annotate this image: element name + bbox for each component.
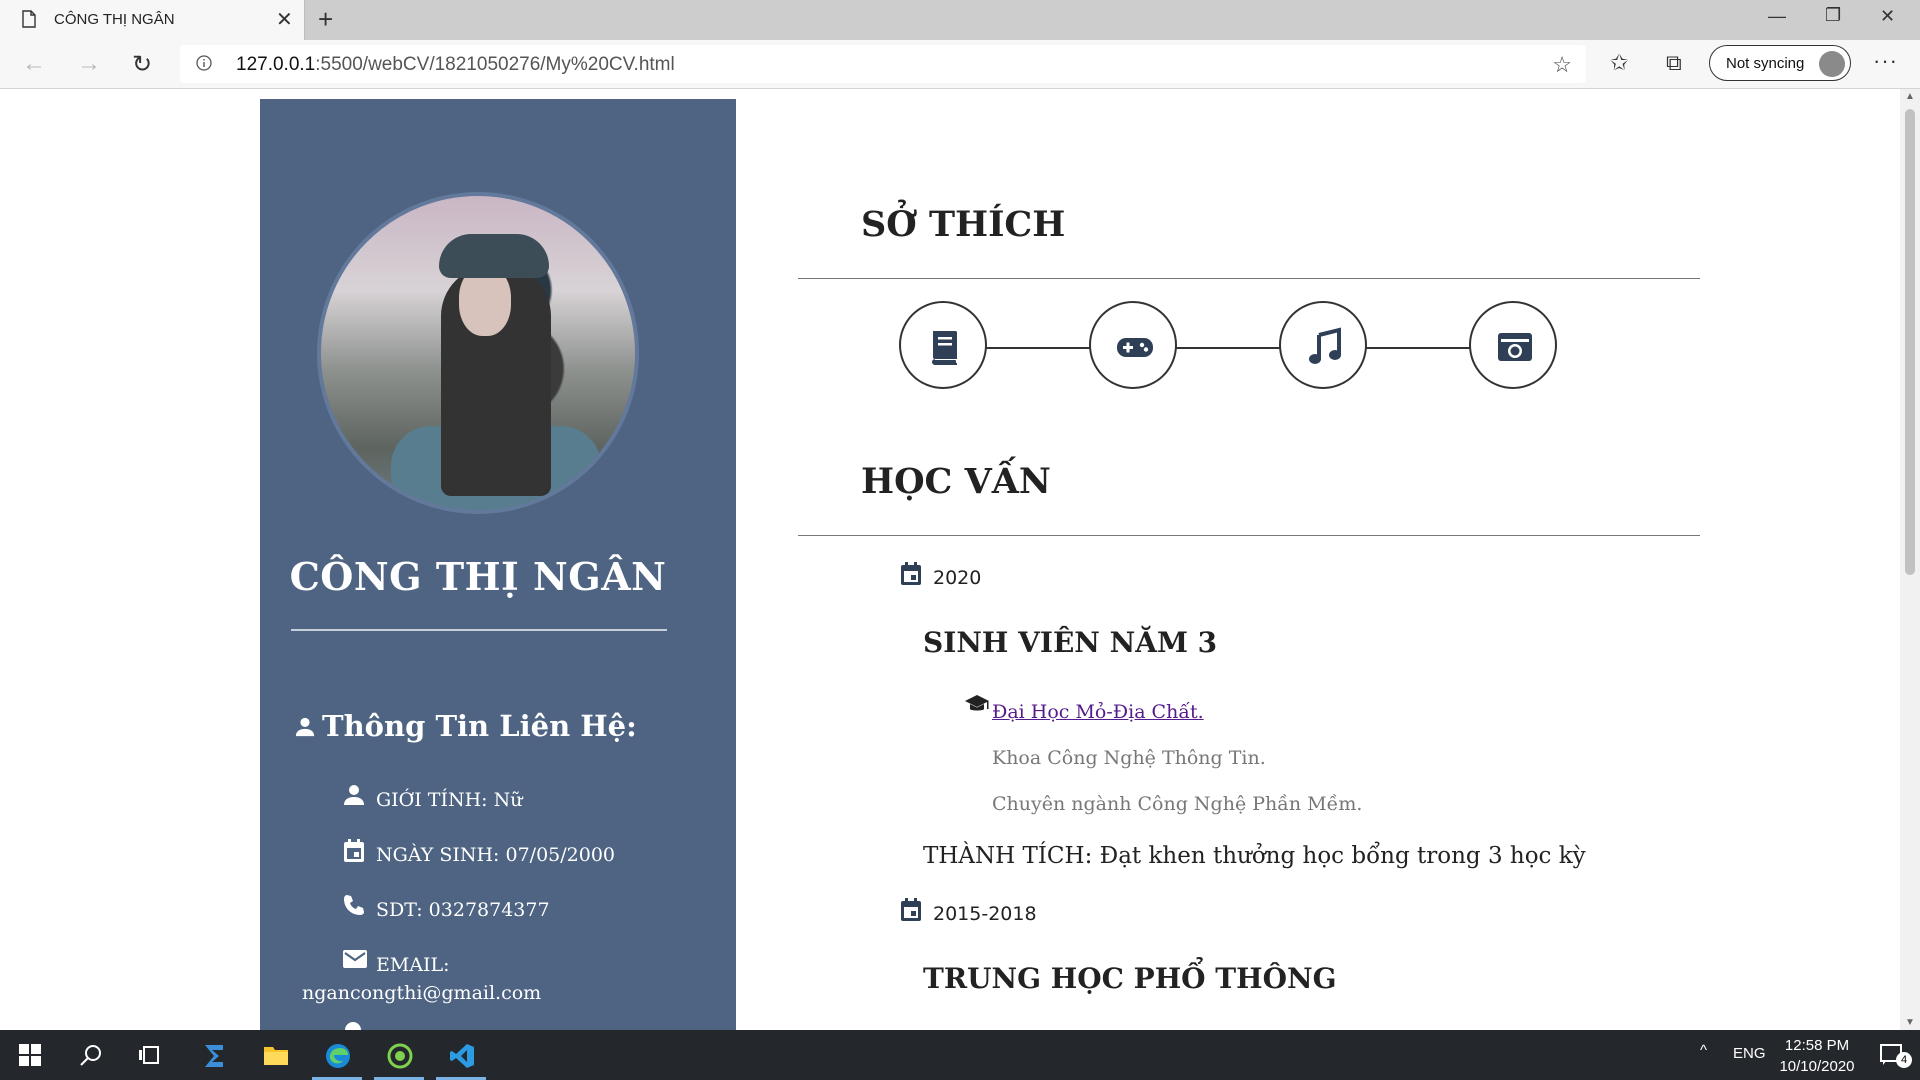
contact-phone: SDT: 0327874377 bbox=[342, 895, 550, 921]
sync-label: Not syncing bbox=[1726, 55, 1805, 72]
achievement-text: THÀNH TÍCH: Đạt khen thưởng học bổng tro… bbox=[923, 843, 1586, 869]
minimize-button[interactable]: — bbox=[1768, 6, 1786, 27]
scroll-down-icon[interactable]: ▼ bbox=[1905, 1017, 1915, 1028]
school-link[interactable]: Đại Học Mỏ-Địa Chất. bbox=[992, 701, 1204, 723]
cv-name: CÔNG THỊ NGÂN bbox=[289, 554, 667, 599]
refresh-button[interactable]: ↻ bbox=[132, 50, 152, 79]
vscode-icon bbox=[450, 1044, 474, 1068]
edge-icon bbox=[326, 1044, 350, 1068]
new-tab-button[interactable]: + bbox=[318, 4, 333, 35]
start-button[interactable] bbox=[1, 1030, 59, 1080]
tray-chevron-icon[interactable]: ^ bbox=[1700, 1042, 1707, 1059]
forward-button[interactable]: → bbox=[77, 50, 101, 78]
music-icon bbox=[1309, 327, 1341, 364]
browser-titlebar: CÔNG THỊ NGÂN ✕ + — ❐ ✕ bbox=[0, 0, 1920, 40]
favorite-star-icon[interactable]: ☆ bbox=[1552, 52, 1572, 78]
calendar-icon bbox=[901, 898, 921, 921]
scroll-thumb[interactable] bbox=[1905, 109, 1915, 575]
person-icon bbox=[295, 717, 315, 737]
calendar-icon bbox=[344, 839, 364, 862]
hobbies-connector bbox=[938, 347, 1508, 349]
gamepad-icon bbox=[1117, 338, 1153, 357]
search-button[interactable] bbox=[62, 1030, 120, 1080]
cv-sidebar: CÔNG THỊ NGÂN Thông Tin Liên Hệ: GIỚI TÍ… bbox=[260, 99, 736, 1030]
taskbar-edge[interactable] bbox=[308, 1030, 366, 1080]
calendar-icon bbox=[901, 562, 921, 585]
book-icon bbox=[932, 331, 957, 365]
back-button[interactable]: ← bbox=[22, 50, 46, 78]
input-language[interactable]: ENG bbox=[1733, 1045, 1766, 1062]
task-view-button[interactable] bbox=[121, 1030, 179, 1080]
taskbar-file-explorer[interactable] bbox=[246, 1030, 304, 1080]
education-title: HỌC VẤN bbox=[861, 461, 1051, 502]
name-divider bbox=[291, 629, 667, 631]
page-icon bbox=[22, 10, 36, 28]
system-clock[interactable]: 12:58 PM 10/10/2020 bbox=[1772, 1035, 1862, 1077]
taskbar-sigma-app[interactable] bbox=[184, 1030, 242, 1080]
education-year: 2020 bbox=[899, 562, 981, 589]
profile-photo bbox=[317, 192, 639, 514]
hobby-music bbox=[1279, 301, 1367, 389]
education-heading: SINH VIÊN NĂM 3 bbox=[923, 626, 1218, 659]
person-icon bbox=[344, 785, 364, 805]
contact-gender: GIỚI TÍNH: Nữ bbox=[342, 785, 522, 811]
contact-birthday: NGÀY SINH: 07/05/2000 bbox=[342, 839, 615, 866]
restore-button[interactable]: ❐ bbox=[1825, 5, 1841, 26]
info-icon[interactable] bbox=[196, 55, 212, 71]
hobbies-divider bbox=[798, 278, 1700, 279]
taskbar-green-app[interactable] bbox=[370, 1030, 428, 1080]
favorites-icon[interactable]: ✩ bbox=[1610, 50, 1628, 76]
page-scrollbar[interactable]: ▲ ▼ bbox=[1900, 89, 1920, 1030]
camera-icon bbox=[1498, 333, 1532, 361]
education-heading: TRUNG HỌC PHỔ THÔNG bbox=[923, 962, 1337, 995]
browser-toolbar: ← → ↻ 127.0.0.1:5500/webCV/1821050276/My… bbox=[0, 40, 1920, 89]
education-divider bbox=[798, 535, 1700, 536]
search-icon bbox=[80, 1045, 101, 1066]
browser-tab[interactable]: CÔNG THỊ NGÂN ✕ bbox=[0, 0, 305, 40]
folder-icon bbox=[264, 1047, 288, 1065]
sync-button[interactable]: Not syncing bbox=[1709, 45, 1851, 81]
taskbar: ^ ENG 12:58 PM 10/10/2020 4 bbox=[0, 1030, 1920, 1080]
address-bar[interactable]: 127.0.0.1:5500/webCV/1821050276/My%20CV.… bbox=[180, 45, 1586, 83]
url-text[interactable]: 127.0.0.1:5500/webCV/1821050276/My%20CV.… bbox=[236, 54, 675, 76]
tab-close-icon[interactable]: ✕ bbox=[276, 7, 293, 32]
sigma-icon bbox=[205, 1045, 223, 1067]
hobby-games bbox=[1089, 301, 1177, 389]
hobby-photography bbox=[1469, 301, 1557, 389]
scroll-up-icon[interactable]: ▲ bbox=[1905, 91, 1915, 102]
mail-icon bbox=[343, 950, 367, 968]
graduation-cap-icon bbox=[965, 695, 989, 711]
location-icon bbox=[345, 1022, 361, 1030]
refresh-app-icon bbox=[387, 1043, 413, 1069]
taskbar-vscode[interactable] bbox=[432, 1030, 490, 1080]
windows-icon bbox=[19, 1044, 41, 1066]
more-menu-icon[interactable]: ··· bbox=[1873, 48, 1898, 74]
faculty-text: Khoa Công Nghệ Thông Tin. bbox=[992, 747, 1266, 769]
education-year: 2015-2018 bbox=[899, 898, 1037, 925]
task-view-icon bbox=[139, 1046, 159, 1064]
profile-avatar bbox=[1819, 51, 1845, 77]
page-viewport: CÔNG THỊ NGÂN Thông Tin Liên Hệ: GIỚI TÍ… bbox=[0, 89, 1900, 1030]
email-address: ngancongthi@gmail.com bbox=[302, 982, 542, 1004]
major-text: Chuyên ngành Công Nghệ Phần Mềm. bbox=[992, 793, 1363, 815]
hobby-book bbox=[899, 301, 987, 389]
school-entry: Đại Học Mỏ-Địa Chất. bbox=[964, 695, 1204, 723]
notification-center-button[interactable]: 4 bbox=[1862, 1030, 1920, 1080]
contact-email: EMAIL: ngancongthi@gmail.com bbox=[302, 950, 541, 1004]
notification-count: 4 bbox=[1896, 1052, 1912, 1068]
tab-title: CÔNG THỊ NGÂN bbox=[54, 11, 175, 28]
contact-heading: Thông Tin Liên Hệ: bbox=[294, 709, 637, 743]
collections-icon[interactable]: ⧉ bbox=[1666, 50, 1682, 76]
close-window-button[interactable]: ✕ bbox=[1880, 6, 1895, 27]
phone-icon bbox=[344, 895, 364, 915]
hobbies-title: SỞ THÍCH bbox=[861, 204, 1066, 245]
